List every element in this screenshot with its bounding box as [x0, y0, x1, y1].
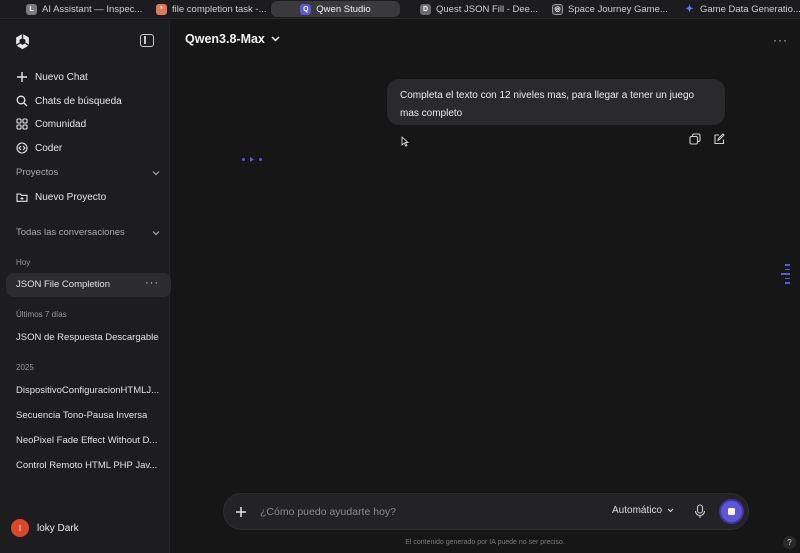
chevron-down-icon — [271, 36, 280, 42]
conversation-title: JSON File Completion — [16, 279, 110, 290]
openai-icon: ◎ — [552, 3, 563, 15]
mode-label: Automático — [612, 505, 663, 516]
model-selector[interactable]: Qwen3.8-Max — [185, 32, 280, 46]
group-label-last7: Últimos 7 días — [16, 310, 67, 319]
more-options-icon[interactable]: ··· — [145, 277, 159, 289]
chevron-down-icon — [152, 230, 160, 235]
model-name: Qwen3.8-Max — [185, 32, 265, 46]
chevron-down-icon — [152, 170, 160, 175]
stop-generation-button[interactable] — [721, 501, 742, 522]
section-title: Proyectos — [16, 167, 59, 178]
chat-input[interactable] — [260, 503, 590, 520]
nav-label: Chats de búsqueda — [35, 95, 122, 107]
tab-label: Space Journey Game... — [568, 3, 668, 15]
tab-label: Qwen Studio — [316, 3, 371, 15]
nav-label: Nuevo Proyecto — [35, 191, 107, 203]
stop-icon — [728, 508, 735, 515]
coder-button[interactable]: Coder — [16, 140, 62, 156]
nav-label: Nuevo Chat — [35, 71, 88, 83]
search-icon — [16, 95, 28, 107]
tab-label: Quest JSON Fill - Dee... — [436, 3, 538, 15]
tab-label: AI Assistant — Inspec... — [42, 3, 143, 15]
chevron-down-icon — [667, 508, 674, 513]
microphone-icon[interactable] — [694, 504, 706, 519]
grid-icon — [16, 118, 28, 130]
ai-disclaimer: El contenido generado por IA puede no se… — [405, 539, 565, 546]
browser-tab[interactable]: L AI Assistant — Inspec... — [18, 0, 143, 18]
attach-plus-icon[interactable] — [234, 505, 248, 519]
sidebar: Nuevo Chat Chats de búsqueda Comunidad C… — [0, 20, 171, 553]
conversation-item[interactable]: JSON de Respuesta Descargable — [16, 332, 160, 343]
conversation-item[interactable]: Secuencia Tono-Pausa Inversa — [16, 410, 160, 421]
conversation-item[interactable]: Control Remoto HTML PHP Jav... — [16, 460, 160, 471]
conversation-item[interactable]: NeoPixel Fade Effect Without D... — [16, 435, 160, 446]
new-project-button[interactable]: Nuevo Proyecto — [16, 189, 106, 205]
nav-label: Comunidad — [35, 118, 87, 130]
qwen-icon: Q — [300, 3, 312, 15]
browser-tab[interactable]: D Quest JSON Fill - Dee... — [412, 0, 538, 18]
browser-tab-active[interactable]: Q Qwen Studio — [271, 1, 400, 17]
group-label-year: 2025 — [16, 363, 34, 372]
tab-label: file completion task -... — [172, 3, 267, 15]
deepseek-icon: D — [420, 3, 431, 15]
gemini-icon: ✦ — [685, 3, 694, 15]
all-conversations-header[interactable]: Todas las conversaciones — [16, 227, 160, 238]
qwen-logo-icon[interactable] — [14, 33, 31, 50]
message-text: Completa el texto con 12 niveles mas, pa… — [400, 90, 695, 119]
community-button[interactable]: Comunidad — [16, 116, 86, 132]
loading-indicator — [242, 157, 262, 162]
new-chat-button[interactable]: Nuevo Chat — [16, 69, 88, 85]
projects-section-header[interactable]: Proyectos — [16, 167, 160, 178]
sidebar-toggle-icon[interactable] — [140, 34, 154, 47]
tab-label: Game Data Generatio... — [700, 3, 800, 15]
browser-tab-bar: L AI Assistant — Inspec... * file comple… — [0, 0, 800, 19]
browser-tab[interactable]: ✦ Game Data Generatio... — [676, 0, 800, 18]
mode-selector[interactable]: Automático — [612, 505, 674, 516]
avatar: l — [11, 519, 29, 537]
edit-icon[interactable] — [713, 133, 725, 145]
folder-plus-icon — [16, 193, 28, 202]
nav-label: Coder — [35, 142, 63, 154]
help-button[interactable]: ? — [783, 536, 796, 549]
conversation-item[interactable]: DispositivoConfiguracionHTMLJ... — [16, 385, 160, 396]
copy-icon[interactable] — [689, 133, 701, 145]
user-name: loky Dark — [37, 522, 79, 534]
browser-tab[interactable]: * file completion task -... — [148, 0, 270, 18]
app-icon: L — [26, 3, 37, 15]
search-chats-button[interactable]: Chats de búsqueda — [16, 93, 122, 109]
more-options-icon[interactable]: ··· — [773, 33, 788, 47]
claude-icon: * — [156, 3, 167, 15]
loading-dot — [259, 158, 262, 161]
mouse-cursor-icon — [401, 136, 409, 147]
plus-icon — [17, 72, 27, 82]
group-label-today: Hoy — [16, 258, 31, 267]
section-title: Todas las conversaciones — [16, 227, 125, 238]
user-message-bubble: Completa el texto con 12 niveles mas, pa… — [387, 79, 725, 125]
conversation-item-active[interactable]: JSON File Completion ··· — [6, 273, 171, 297]
loading-dot — [250, 157, 254, 162]
user-profile[interactable]: l loky Dark — [11, 519, 79, 537]
loading-dot — [242, 158, 245, 161]
scroll-navigator[interactable] — [781, 264, 790, 284]
code-icon — [16, 142, 28, 154]
browser-tab[interactable]: ◎ Space Journey Game... — [544, 0, 670, 18]
